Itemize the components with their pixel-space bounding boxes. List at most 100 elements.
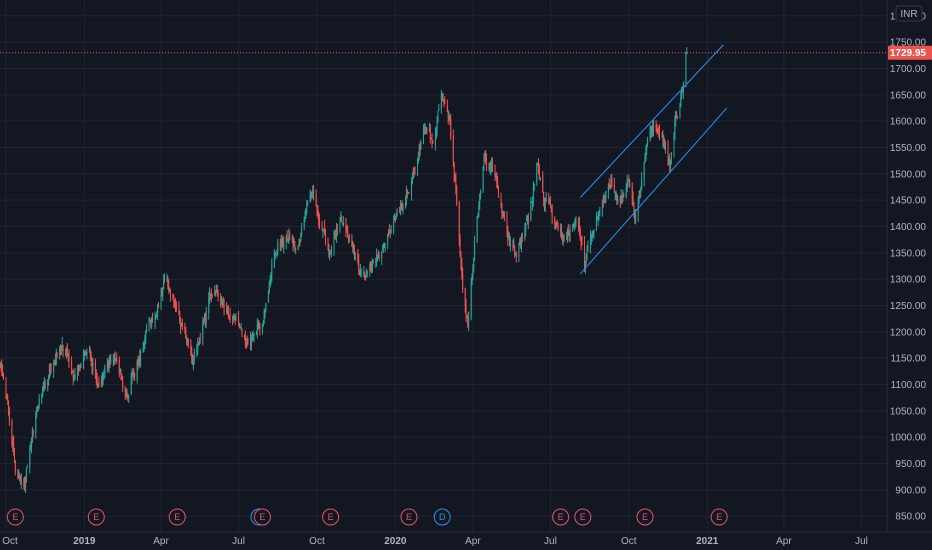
candle-body (400, 205, 402, 207)
candle-body (452, 136, 454, 163)
candle-body (563, 235, 565, 239)
candle-body (221, 302, 223, 306)
candle-body (83, 355, 85, 367)
earnings-marker-label: E (716, 512, 722, 522)
candle-body (500, 196, 502, 206)
candle-body (152, 317, 154, 322)
candle-body (675, 111, 677, 122)
candle-body (581, 241, 583, 245)
candle-body (414, 168, 416, 173)
x-tick-label: 2020 (384, 536, 407, 547)
candle-body (288, 235, 290, 239)
candle-body (536, 162, 538, 183)
y-tick-label: 1450.00 (890, 196, 927, 207)
candle-body (491, 164, 493, 167)
candle-body (587, 246, 589, 252)
candle-body (473, 258, 475, 269)
candle-body (375, 258, 377, 261)
candle-body (526, 219, 528, 221)
candle-body (396, 209, 398, 215)
candle-body (365, 276, 367, 279)
candle-body (55, 353, 57, 365)
candle-body (65, 350, 67, 353)
candle-body (519, 240, 521, 245)
candle-body (568, 232, 570, 236)
candle-body (679, 105, 681, 116)
candle-body (121, 375, 123, 381)
candle-body (460, 253, 462, 265)
candle-body (161, 293, 163, 295)
candle-body (506, 218, 508, 233)
candle-body (0, 364, 2, 368)
candle-body (293, 243, 295, 246)
candle-body (578, 222, 580, 229)
x-tick-label: Apr (465, 536, 481, 547)
earnings-marker-label: E (259, 512, 265, 522)
candle-body (334, 234, 336, 238)
candle-body (603, 198, 605, 200)
candle-body (74, 372, 76, 380)
dividend-marker-label: D (439, 512, 446, 522)
candle-body (71, 362, 73, 370)
candle-body (190, 343, 192, 352)
candle-body (497, 187, 499, 196)
candle-body (215, 289, 217, 292)
candle-body (247, 338, 249, 343)
candle-body (244, 336, 246, 342)
candle-body (657, 129, 659, 131)
candle-body (382, 246, 384, 250)
candle-body (270, 275, 272, 281)
candle-body (246, 341, 248, 343)
candle-body (36, 409, 38, 411)
candle-body (422, 130, 424, 143)
candle-body (192, 360, 194, 364)
candle-body (509, 239, 511, 248)
candle-body (49, 368, 51, 372)
candle-body (130, 379, 132, 395)
candle-body (239, 326, 241, 329)
candle-body (667, 144, 669, 161)
candle-body (462, 273, 464, 290)
candle-body (437, 110, 439, 121)
candle-body (502, 212, 504, 214)
candle-body (393, 218, 395, 228)
candle-body (640, 189, 642, 193)
price-chart[interactable]: E E E E E E D E E E E 850.00 900.00 950.00 1000.00 105… (0, 0, 932, 550)
candle-body (32, 430, 34, 432)
candle-body (228, 314, 230, 316)
candle-body (204, 319, 206, 322)
candle-body (211, 294, 213, 296)
candle-body (682, 90, 684, 92)
candle-body (345, 220, 347, 231)
candle-body (471, 277, 473, 285)
candle-body (113, 356, 115, 360)
candle-body (424, 130, 426, 132)
candle-body (607, 184, 609, 192)
candle-body (126, 394, 128, 396)
candle-body (567, 229, 569, 234)
candle-body (346, 228, 348, 232)
candle-body (140, 351, 142, 361)
candle-body (573, 222, 575, 225)
candle-body (208, 298, 210, 313)
candle-body (655, 124, 657, 128)
candle-body (282, 241, 284, 246)
candle-body (638, 193, 640, 203)
x-tick-label: Apr (153, 536, 169, 547)
candle-body (54, 361, 56, 363)
candle-body (434, 133, 436, 145)
candle-body (378, 254, 380, 257)
candle-body (316, 206, 318, 210)
candle-body (330, 247, 332, 253)
candle-body (478, 204, 480, 214)
candle-body (662, 134, 664, 141)
y-tick-label: 1150.00 (891, 354, 927, 365)
candle-body (311, 192, 313, 198)
candle-body (333, 233, 335, 249)
candle-body (407, 192, 409, 194)
candle-body (443, 100, 445, 102)
candle-body (36, 410, 38, 416)
candle-body (363, 271, 365, 273)
candle-body (92, 362, 94, 369)
candle-body (613, 185, 615, 192)
